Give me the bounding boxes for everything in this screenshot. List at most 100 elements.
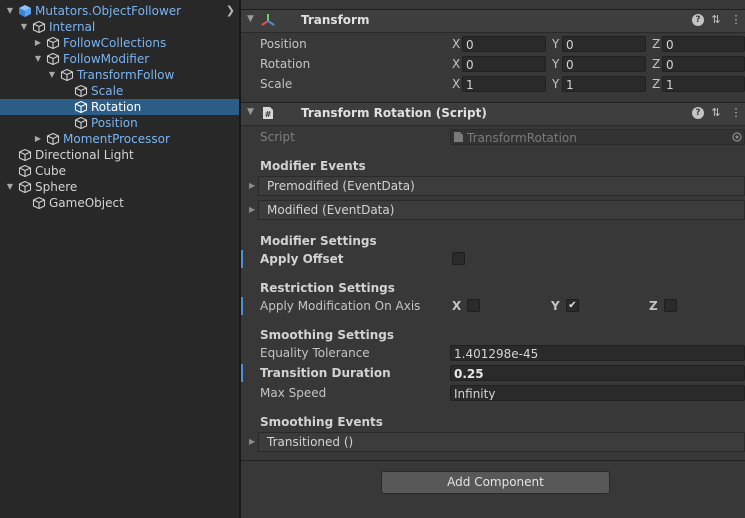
hierarchy-item[interactable]: Cube (0, 163, 239, 179)
premodified-event-bar[interactable]: Premodified (EventData) (258, 176, 745, 196)
rotation-y-field[interactable]: 0 (562, 56, 646, 72)
cube-icon (74, 100, 88, 114)
hierarchy-item[interactable]: ▼ Internal (0, 19, 239, 35)
svg-text:#: # (265, 110, 272, 119)
collapse-arrow-icon[interactable]: ▼ (247, 14, 254, 24)
hierarchy-item[interactable]: Directional Light (0, 147, 239, 163)
collapsed-arrow-icon[interactable]: ▶ (33, 35, 43, 51)
script-component-header[interactable]: ▼ # Transform Rotation (Script) ? ⇅ ⋮ (241, 102, 745, 126)
scale-x-field[interactable]: 1 (462, 76, 546, 92)
kebab-menu-icon[interactable]: ⋮ (730, 107, 742, 119)
transitioned-event-bar[interactable]: Transitioned () (258, 432, 745, 452)
hierarchy-item[interactable]: ▼ Mutators.ObjectFollower (0, 3, 239, 19)
scale-z-axis-label[interactable]: Z (652, 77, 660, 91)
smoothing-events-heading: Smoothing Events (260, 415, 383, 429)
preset-settings-icon[interactable]: ⇅ (710, 14, 722, 26)
position-x-field[interactable]: 0 (462, 36, 546, 52)
position-label: Position (260, 37, 307, 51)
hierarchy-item[interactable]: Rotation (0, 99, 239, 115)
position-x-axis-label[interactable]: X (452, 37, 460, 51)
rotation-z-field[interactable]: 0 (662, 56, 745, 72)
hierarchy-item-label: Internal (49, 20, 96, 34)
hierarchy-item-label: Position (91, 116, 138, 130)
hierarchy-item[interactable]: GameObject (0, 195, 239, 211)
hierarchy-item[interactable]: ▼ Sphere (0, 179, 239, 195)
override-indicator (241, 364, 243, 382)
scale-x-axis-label[interactable]: X (452, 77, 460, 91)
axis-x-label: X (452, 299, 462, 313)
expanded-arrow-icon[interactable]: ▼ (5, 179, 15, 195)
scale-y-field[interactable]: 1 (562, 76, 646, 92)
transform-icon (261, 14, 275, 26)
hierarchy-item-label: Mutators.ObjectFollower (35, 4, 182, 18)
expanded-arrow-icon[interactable]: ▼ (19, 19, 29, 35)
chevron-right-icon[interactable]: ❯ (226, 4, 235, 17)
expanded-arrow-icon[interactable]: ▼ (5, 3, 15, 19)
transform-title: Transform (301, 13, 370, 27)
axis-z-label: Z (649, 299, 658, 313)
expand-arrow-icon[interactable]: ▶ (249, 205, 255, 214)
scale-label: Scale (260, 77, 293, 91)
hierarchy-item[interactable]: Scale (0, 83, 239, 99)
expanded-arrow-icon[interactable]: ▼ (33, 51, 43, 67)
cube-icon (18, 180, 32, 194)
rotation-x-axis-label[interactable]: X (452, 57, 460, 71)
transition-duration-field[interactable]: 0.25 (450, 365, 745, 381)
hierarchy-item-label: Directional Light (35, 148, 134, 162)
position-y-axis-label[interactable]: Y (552, 37, 559, 51)
modified-event-bar[interactable]: Modified (EventData) (258, 200, 745, 220)
expand-arrow-icon[interactable]: ▶ (249, 437, 255, 446)
override-indicator (241, 250, 243, 268)
kebab-menu-icon[interactable]: ⋮ (730, 14, 742, 26)
equality-tolerance-label: Equality Tolerance (260, 346, 370, 360)
axis-y-label: Y (551, 299, 560, 313)
axis-z-checkbox[interactable] (664, 299, 677, 312)
position-z-field[interactable]: 0 (662, 36, 745, 52)
preset-settings-icon[interactable]: ⇅ (710, 107, 722, 119)
position-y-field[interactable]: 0 (562, 36, 646, 52)
rotation-x-field[interactable]: 0 (462, 56, 546, 72)
collapse-arrow-icon[interactable]: ▼ (247, 107, 254, 117)
modified-event-label: Modified (EventData) (267, 203, 395, 217)
scale-y-axis-label[interactable]: Y (552, 77, 559, 91)
hierarchy-item[interactable]: Position (0, 115, 239, 131)
hierarchy-item-label: MomentProcessor (63, 132, 170, 146)
object-picker-icon[interactable] (732, 132, 742, 142)
transitioned-event-label: Transitioned () (267, 435, 354, 449)
transform-header[interactable]: ▼ Transform ? ⇅ ⋮ (241, 9, 745, 33)
help-icon[interactable]: ? (692, 107, 704, 119)
axis-y-checkbox[interactable]: ✔ (566, 299, 579, 312)
component-divider (241, 460, 745, 461)
add-component-button[interactable]: Add Component (381, 471, 610, 494)
cube-icon (60, 68, 74, 82)
apply-offset-checkbox[interactable] (452, 252, 465, 265)
hierarchy-item[interactable]: ▼ TransformFollow (0, 67, 239, 83)
equality-tolerance-field[interactable]: 1.401298e-45 (450, 345, 745, 361)
hierarchy-item[interactable]: ▶ MomentProcessor (0, 131, 239, 147)
override-indicator (241, 297, 243, 315)
cube-icon (74, 84, 88, 98)
hierarchy-item-label: FollowCollections (63, 36, 167, 50)
hierarchy-item[interactable]: ▼ FollowModifier (0, 51, 239, 67)
help-icon[interactable]: ? (692, 14, 704, 26)
position-z-axis-label[interactable]: Z (652, 37, 660, 51)
hierarchy-item-label: GameObject (49, 196, 124, 210)
script-label: Script (260, 130, 295, 144)
inspector-panel: ▼ Transform ? ⇅ ⋮ Position X 0 Y 0 Z 0 R… (241, 0, 745, 518)
rotation-z-axis-label[interactable]: Z (652, 57, 660, 71)
script-file-icon (454, 132, 463, 142)
expanded-arrow-icon[interactable]: ▼ (47, 67, 57, 83)
axis-x-checkbox[interactable] (467, 299, 480, 312)
smoothing-settings-heading: Smoothing Settings (260, 328, 394, 342)
collapsed-arrow-icon[interactable]: ▶ (33, 131, 43, 147)
csharp-script-icon: # (263, 107, 273, 119)
hierarchy-item[interactable]: ▶ FollowCollections (0, 35, 239, 51)
scale-z-field[interactable]: 1 (662, 76, 745, 92)
transition-duration-label: Transition Duration (260, 366, 391, 380)
hierarchy-item-label: Rotation (91, 100, 142, 114)
rotation-y-axis-label[interactable]: Y (552, 57, 559, 71)
max-speed-field[interactable]: Infinity (450, 385, 745, 401)
hierarchy-panel: ▼ Mutators.ObjectFollower ▼ Internal ▶ Follow… (0, 0, 239, 518)
max-speed-label: Max Speed (260, 386, 327, 400)
expand-arrow-icon[interactable]: ▶ (249, 181, 255, 190)
